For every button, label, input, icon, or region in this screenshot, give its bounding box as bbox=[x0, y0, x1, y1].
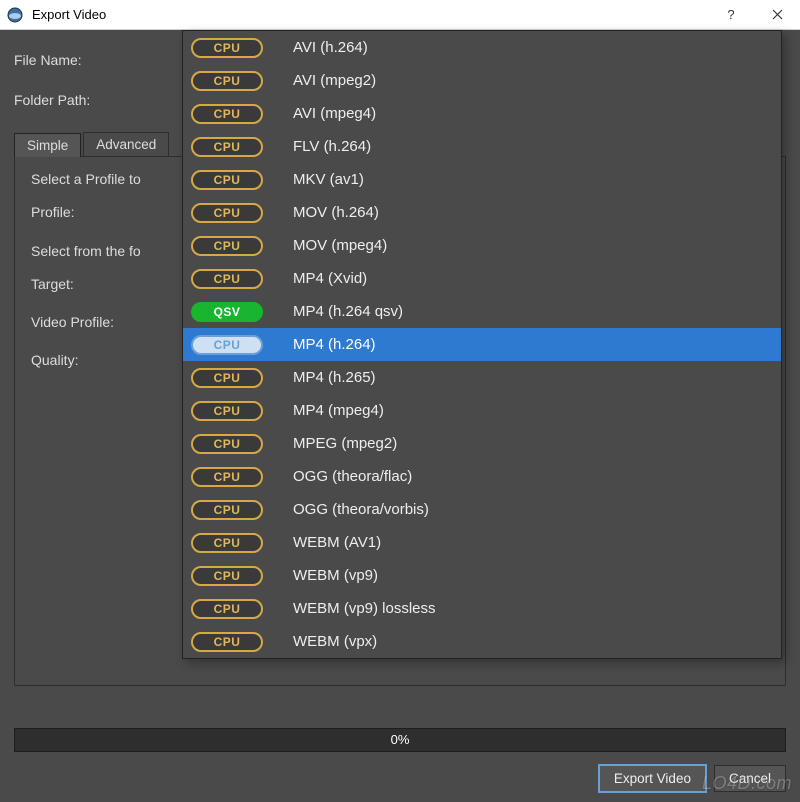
cpu-badge-icon: CPU bbox=[191, 236, 263, 256]
cpu-badge-icon: CPU bbox=[191, 599, 263, 619]
dropdown-option-label: MOV (h.264) bbox=[293, 204, 379, 221]
app-icon bbox=[0, 0, 30, 30]
dropdown-option-label: MPEG (mpeg2) bbox=[293, 435, 397, 452]
cpu-badge-icon: CPU bbox=[191, 566, 263, 586]
quality-label: Quality: bbox=[31, 352, 181, 368]
cpu-badge-icon: CPU bbox=[191, 335, 263, 355]
dropdown-option-label: MP4 (h.264 qsv) bbox=[293, 303, 403, 320]
dropdown-option[interactable]: CPU MPEG (mpeg2) bbox=[183, 427, 781, 460]
close-button[interactable] bbox=[754, 0, 800, 30]
cpu-badge-icon: CPU bbox=[191, 38, 263, 58]
dropdown-option-label: MP4 (mpeg4) bbox=[293, 402, 384, 419]
cpu-badge-icon: CPU bbox=[191, 203, 263, 223]
dropdown-option-label: OGG (theora/vorbis) bbox=[293, 501, 429, 518]
dropdown-option[interactable]: CPU MOV (mpeg4) bbox=[183, 229, 781, 262]
cpu-badge-icon: CPU bbox=[191, 137, 263, 157]
dropdown-option[interactable]: CPU MOV (h.264) bbox=[183, 196, 781, 229]
dropdown-option[interactable]: CPU WEBM (vpx) bbox=[183, 625, 781, 658]
progress-text: 0% bbox=[391, 732, 410, 747]
cpu-badge-icon: CPU bbox=[191, 467, 263, 487]
cpu-badge-icon: CPU bbox=[191, 269, 263, 289]
video-profile-label: Video Profile: bbox=[31, 314, 181, 330]
target-label: Target: bbox=[31, 276, 181, 292]
dropdown-option[interactable]: CPU MP4 (Xvid) bbox=[183, 262, 781, 295]
cpu-badge-icon: CPU bbox=[191, 632, 263, 652]
dropdown-option-label: OGG (theora/flac) bbox=[293, 468, 412, 485]
dropdown-option-label: AVI (mpeg2) bbox=[293, 72, 376, 89]
profile-dropdown[interactable]: CPU AVI (h.264) CPU AVI (mpeg2) CPU AVI (mpeg… bbox=[182, 30, 782, 659]
dropdown-option[interactable]: CPU AVI (mpeg2) bbox=[183, 64, 781, 97]
dropdown-option-label: MOV (mpeg4) bbox=[293, 237, 387, 254]
dropdown-option[interactable]: CPU FLV (h.264) bbox=[183, 130, 781, 163]
dropdown-option-label: FLV (h.264) bbox=[293, 138, 371, 155]
dropdown-option-label: MP4 (Xvid) bbox=[293, 270, 367, 287]
tab-simple[interactable]: Simple bbox=[14, 133, 81, 157]
progress-bar: 0% bbox=[14, 728, 786, 752]
cpu-badge-icon: CPU bbox=[191, 104, 263, 124]
tab-advanced[interactable]: Advanced bbox=[83, 132, 169, 156]
dropdown-option[interactable]: CPU AVI (mpeg4) bbox=[183, 97, 781, 130]
dropdown-option[interactable]: CPU AVI (h.264) bbox=[183, 31, 781, 64]
dropdown-option[interactable]: CPU MP4 (h.264) bbox=[183, 328, 781, 361]
dropdown-option[interactable]: CPU WEBM (vp9) bbox=[183, 559, 781, 592]
export-video-button[interactable]: Export Video bbox=[599, 765, 706, 792]
dropdown-option-label: AVI (mpeg4) bbox=[293, 105, 376, 122]
cpu-badge-icon: CPU bbox=[191, 533, 263, 553]
cancel-button[interactable]: Cancel bbox=[714, 765, 786, 792]
file-name-label: File Name: bbox=[14, 52, 164, 68]
cpu-badge-icon: CPU bbox=[191, 500, 263, 520]
dropdown-option[interactable]: CPU MP4 (h.265) bbox=[183, 361, 781, 394]
dropdown-option[interactable]: CPU MP4 (mpeg4) bbox=[183, 394, 781, 427]
cpu-badge-icon: CPU bbox=[191, 170, 263, 190]
cpu-badge-icon: CPU bbox=[191, 434, 263, 454]
dropdown-option-label: MP4 (h.264) bbox=[293, 336, 376, 353]
cpu-badge-icon: CPU bbox=[191, 71, 263, 91]
dropdown-option-label: WEBM (vpx) bbox=[293, 633, 377, 650]
qsv-badge-icon: QSV bbox=[191, 302, 263, 322]
folder-path-label: Folder Path: bbox=[14, 92, 164, 108]
dropdown-option-label: AVI (h.264) bbox=[293, 39, 368, 56]
dropdown-option-label: MP4 (h.265) bbox=[293, 369, 376, 386]
dropdown-option-label: WEBM (vp9) lossless bbox=[293, 600, 436, 617]
titlebar: Export Video ? bbox=[0, 0, 800, 30]
dropdown-option[interactable]: CPU OGG (theora/vorbis) bbox=[183, 493, 781, 526]
cpu-badge-icon: CPU bbox=[191, 368, 263, 388]
dropdown-option[interactable]: CPU WEBM (AV1) bbox=[183, 526, 781, 559]
dropdown-option[interactable]: CPU WEBM (vp9) lossless bbox=[183, 592, 781, 625]
profile-label: Profile: bbox=[31, 204, 181, 220]
dropdown-option-label: MKV (av1) bbox=[293, 171, 364, 188]
window-title: Export Video bbox=[30, 7, 708, 22]
dropdown-option[interactable]: QSV MP4 (h.264 qsv) bbox=[183, 295, 781, 328]
dropdown-option[interactable]: CPU OGG (theora/flac) bbox=[183, 460, 781, 493]
dropdown-option-label: WEBM (AV1) bbox=[293, 534, 381, 551]
dropdown-option-label: WEBM (vp9) bbox=[293, 567, 378, 584]
cpu-badge-icon: CPU bbox=[191, 401, 263, 421]
help-button[interactable]: ? bbox=[708, 0, 754, 30]
dropdown-option[interactable]: CPU MKV (av1) bbox=[183, 163, 781, 196]
